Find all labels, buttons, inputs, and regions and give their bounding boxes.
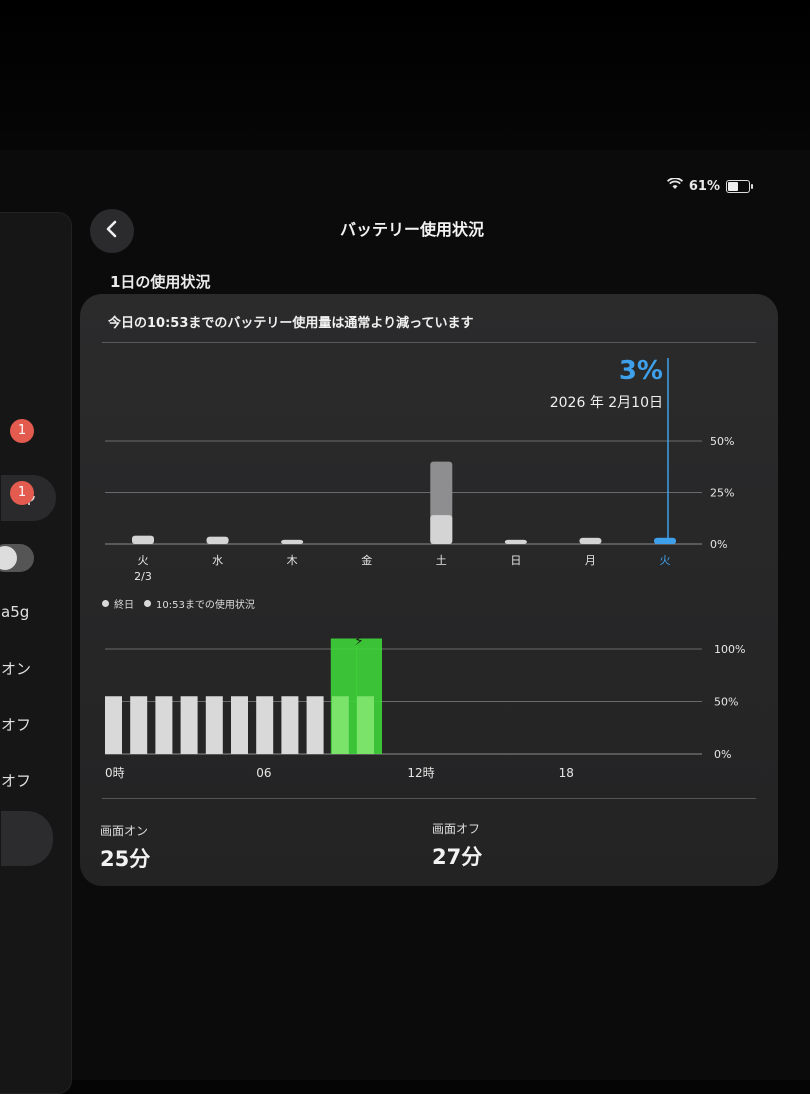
hour-bar [281,696,299,754]
chevron-left-icon [106,220,118,242]
notification-badge: 1 [10,419,34,443]
sidebar-toggle[interactable] [0,544,34,572]
hour-bar [155,696,173,754]
stat-label: 画面オフ [432,822,481,836]
hour-bar [256,696,274,754]
hour-bar [357,696,374,754]
x-tick-label: 0時 [105,766,125,780]
wifi-icon [666,177,683,194]
y-tick-label: 0% [714,748,731,761]
screen-on-stat: 画面オン 25分 [100,822,150,873]
hour-bar [306,696,324,754]
page-title: バッテリー使用状況 [340,220,485,239]
sidebar-item-label[interactable]: オフ [1,770,31,791]
x-tick-label: 12時 [407,766,434,780]
stat-value: 27分 [432,845,483,869]
top-shade [0,0,810,170]
hour-bar [180,696,198,754]
hour-bar [231,696,248,754]
status-bar: 61% [666,177,753,194]
screen-off-stat: 画面オフ 27分 [432,820,482,871]
sidebar-item-label[interactable]: a5g [1,603,29,621]
stat-value: 25分 [100,847,151,871]
divider [102,798,756,799]
battery-icon [726,179,753,193]
sidebar-item[interactable] [1,811,53,866]
hour-bar [205,696,223,754]
stat-label: 画面オン [100,824,149,838]
sidebar-item-label[interactable]: オフ [1,714,31,735]
lightning-icon: ⚡ [354,634,364,650]
sidebar: 1 1 a5g オン オフ オフ [0,212,72,1094]
x-tick-label: 18 [559,766,574,780]
hourly-battery-chart[interactable]: 0% 50% 100% ⚡ 0時 06 12時 18 [80,294,778,794]
hour-bar [331,696,349,754]
x-tick-label: 06 [256,766,271,780]
notification-badge: 1 [10,481,34,505]
back-button[interactable] [90,209,134,253]
hour-bar [130,696,148,754]
hour-bar [105,696,122,754]
y-tick-label: 50% [714,696,738,709]
battery-level-fill [728,181,739,191]
sidebar-item-label[interactable]: オン [1,658,31,679]
battery-usage-card: 今日の10:53までのバッテリー使用量は通常より減っています 0% 25% 50% 火… [80,294,778,886]
y-tick-label: 100% [714,643,745,656]
section-title: 1日の使用状況 [110,273,211,291]
battery-percent: 61% [688,178,720,194]
